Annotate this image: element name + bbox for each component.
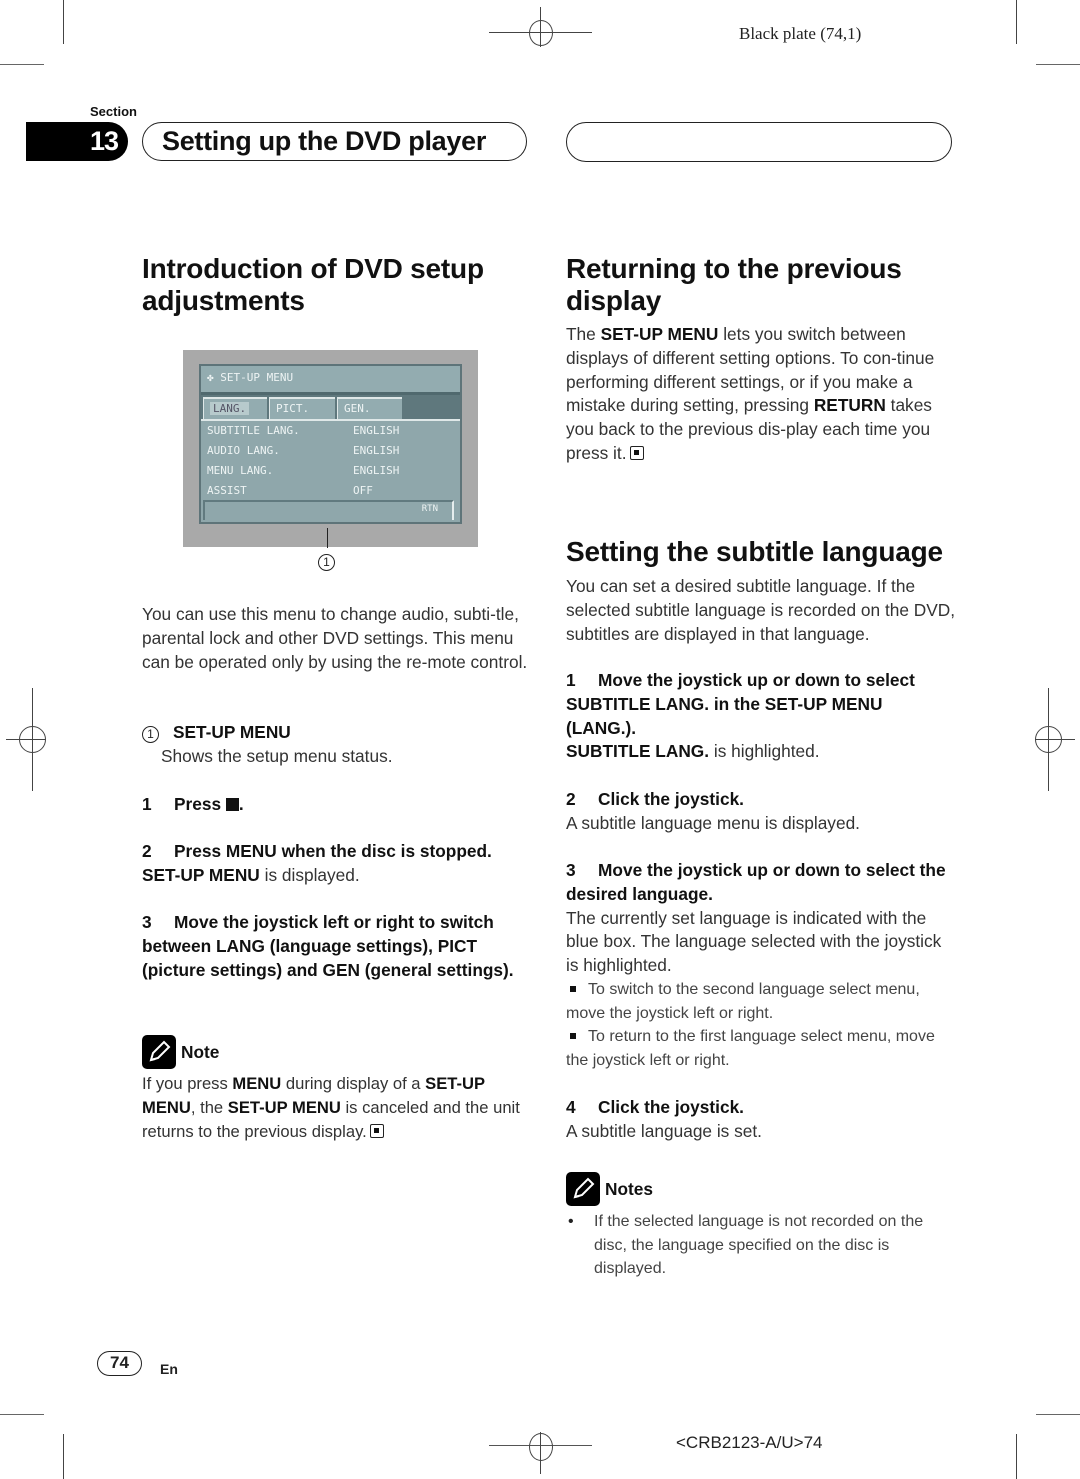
screen-settings-list: SUBTITLE LANG. ENGLISH AUDIO LANG. ENGLISH… xyxy=(201,419,460,522)
section-label: Section xyxy=(90,104,137,119)
end-mark-icon xyxy=(629,445,644,460)
screen-row: SUBTITLE LANG. ENGLISH xyxy=(207,424,400,437)
step-3-bullet: To return to the first language select m… xyxy=(566,1028,935,1069)
bullet-square-icon xyxy=(570,1032,576,1039)
section-title: Setting up the DVD player xyxy=(142,122,527,161)
end-mark-icon xyxy=(369,1123,384,1138)
bullet-square-icon xyxy=(570,985,576,992)
callout-legend: 1 SET-UP MENU Shows the setup menu status… xyxy=(142,721,532,769)
stop-icon xyxy=(225,798,239,811)
pencil-note-icon xyxy=(566,1172,600,1206)
plate-label: Black plate (74,1) xyxy=(739,24,862,43)
pencil-note-icon xyxy=(142,1035,176,1069)
legend-description: Shows the setup menu status. xyxy=(161,745,393,766)
screen-return-label: RTN xyxy=(421,504,438,514)
setup-menu-screen: ✤ SET-UP MENU LANG. PICT. GEN. SUBTITLE … xyxy=(199,364,462,524)
intro-paragraph: You can use this menu to change audio, s… xyxy=(142,604,528,672)
legend-callout-number: 1 xyxy=(142,725,159,743)
screen-title-bar: ✤ SET-UP MENU xyxy=(201,366,460,395)
screen-row: AUDIO LANG. ENGLISH xyxy=(207,444,400,457)
right-step-4: 4 Click the joystick. A subtitle language… xyxy=(566,1097,762,1141)
page-number: 74 xyxy=(97,1351,142,1376)
note-title: Note xyxy=(181,1041,220,1062)
note-text: If you press MENU during display of a SE… xyxy=(142,1074,520,1141)
left-step-1: 1 Press . xyxy=(142,794,244,814)
callout-number: 1 xyxy=(318,553,335,571)
screen-tab-pict: PICT. xyxy=(269,397,335,419)
notes-item: • If the selected language is not record… xyxy=(566,1210,956,1281)
language-code: En xyxy=(160,1361,178,1377)
note-box: Note If you press MENU during display of… xyxy=(142,1035,532,1143)
legend-term: SET-UP MENU xyxy=(173,722,291,742)
subtitle-intro: You can set a desired subtitle language.… xyxy=(566,576,956,644)
callout-leader-line xyxy=(327,528,328,548)
setup-menu-figure: ✤ SET-UP MENU LANG. PICT. GEN. SUBTITLE … xyxy=(183,350,478,547)
left-step-3: 3 Move the joystick left or right to swit… xyxy=(142,912,514,980)
left-step-2: 2 Press MENU when the disc is stopped. SE… xyxy=(142,841,492,885)
screen-return-bar: RTN xyxy=(203,500,454,520)
right-step-2: 2 Click the joystick. A subtitle language… xyxy=(566,789,860,833)
section-subtitle-pill xyxy=(566,122,952,162)
returning-paragraph: The SET-UP MENU lets you switch between … xyxy=(566,324,935,463)
heading-intro-dvd-setup: Introduction of DVD setup adjustments xyxy=(142,253,484,316)
step-3-bullet: To switch to the second language select … xyxy=(566,980,920,1022)
screen-row: MENU LANG. ENGLISH xyxy=(207,464,400,477)
figure-callout: 1 xyxy=(318,553,335,571)
bullet-dot-icon: • xyxy=(568,1213,574,1230)
screen-tab-gen: GEN. xyxy=(337,397,402,419)
notes-box: Notes • If the selected language is not … xyxy=(566,1172,956,1281)
right-step-1: 1 Move the joystick up or down to select … xyxy=(566,670,915,762)
section-number-badge: 13 xyxy=(26,122,128,161)
screen-tab-lang: LANG. xyxy=(203,397,267,419)
notes-title: Notes xyxy=(605,1178,654,1199)
screen-tab-bar: LANG. PICT. GEN. xyxy=(201,395,460,419)
screen-title: SET-UP MENU xyxy=(220,371,294,384)
heading-returning-previous-display: Returning to the previous display xyxy=(566,253,902,316)
job-code: <CRB2123-A/U>74 xyxy=(676,1433,823,1452)
right-step-3: 3 Move the joystick up or down to select … xyxy=(566,859,956,1072)
screen-row: ASSIST OFF xyxy=(207,484,373,497)
heading-subtitle-language: Setting the subtitle language xyxy=(566,536,943,567)
joystick-icon: ✤ xyxy=(207,371,214,384)
